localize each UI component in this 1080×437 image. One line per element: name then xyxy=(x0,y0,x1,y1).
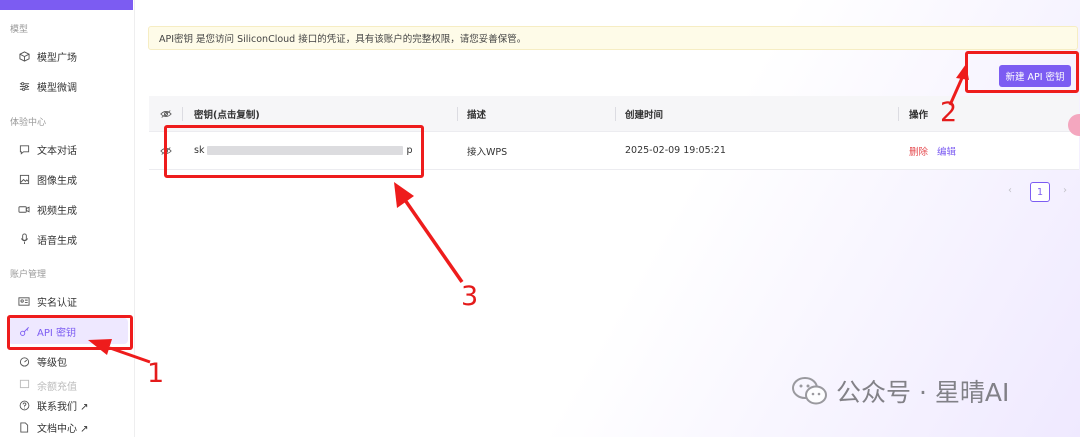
watermark-text: 公众号 · 星晴AI xyxy=(836,378,1010,407)
arrow-head xyxy=(956,64,969,80)
watermark: 公众号 · 星晴AI xyxy=(792,373,1009,409)
annotation-number-3: 3 xyxy=(461,281,479,312)
wechat-icon xyxy=(792,376,828,406)
arrow-head xyxy=(88,339,112,355)
arrow-head xyxy=(394,182,414,208)
annotation-number-2: 2 xyxy=(940,97,958,128)
annotation-number-1: 1 xyxy=(147,358,165,389)
